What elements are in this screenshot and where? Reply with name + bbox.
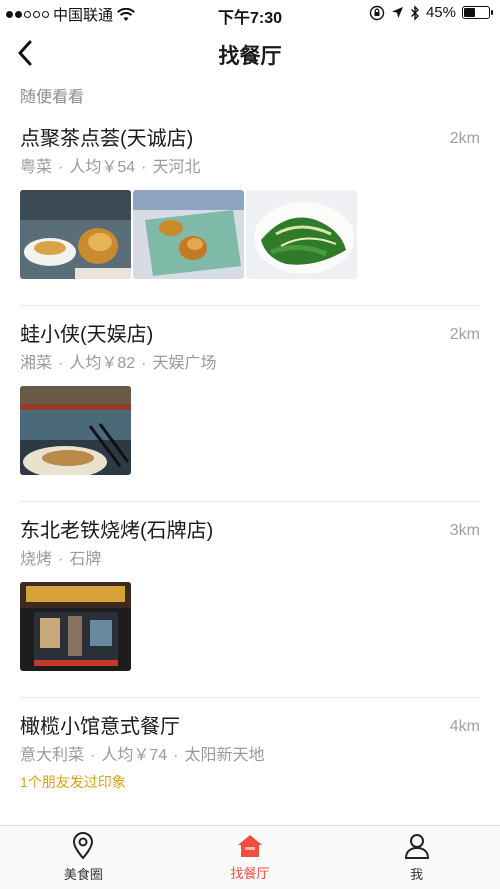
food-photo[interactable]: [20, 386, 131, 475]
chevron-left-icon: [18, 40, 32, 66]
person-icon: [404, 834, 429, 859]
restaurant-item[interactable]: 点聚茶点荟(天诚店) 2km 粤菜 · 人均￥54 · 天河北: [20, 110, 480, 306]
area-label: 太阳新天地: [184, 747, 265, 764]
page-title: 找餐厅: [218, 45, 282, 68]
avg-price-label: 人均￥74: [101, 747, 168, 764]
battery-fill: [464, 8, 475, 17]
status-bar: 中国联通 下午7:30 45%: [0, 0, 500, 28]
location-pin-icon: [73, 832, 94, 860]
house-icon: [238, 835, 262, 857]
restaurant-item[interactable]: 东北老铁烧烤(石牌店) 3km 烧烤 · 石牌: [20, 502, 480, 698]
restaurant-meta: 意大利菜 · 人均￥74 · 太阳新天地: [20, 747, 265, 764]
food-photo[interactable]: [20, 190, 131, 279]
tab-bar: 美食圈 找餐厅 我: [0, 825, 500, 889]
area-label: 天娱广场: [152, 355, 217, 372]
restaurant-list: 点聚茶点荟(天诚店) 2km 粤菜 · 人均￥54 · 天河北 蛙小侠(天娱店)…: [0, 110, 500, 792]
tab-label: 美食圈: [63, 867, 103, 882]
restaurant-distance: 4km: [449, 718, 480, 735]
cuisine-label: 粤菜: [20, 159, 53, 176]
cuisine-label: 意大利菜: [20, 747, 85, 764]
restaurant-meta: 烧烤 · 石牌: [20, 551, 102, 568]
cuisine-label: 湘菜: [20, 355, 53, 372]
restaurant-item[interactable]: 蛙小侠(天娱店) 2km 湘菜 · 人均￥82 · 天娱广场: [20, 306, 480, 502]
tab-me[interactable]: 我: [333, 826, 500, 889]
food-photo[interactable]: [133, 190, 244, 279]
restaurant-distance: 3km: [449, 522, 480, 539]
battery-icon: [462, 6, 493, 19]
friend-impression-note: 1个朋友发过印象: [20, 774, 126, 790]
food-photo[interactable]: [246, 190, 357, 279]
avg-price-label: 人均￥54: [69, 159, 136, 176]
avg-price-label: 人均￥82: [69, 355, 136, 372]
restaurant-meta: 湘菜 · 人均￥82 · 天娱广场: [20, 355, 217, 372]
photo-strip: [20, 386, 480, 475]
restaurant-distance: 2km: [449, 326, 480, 343]
tab-label: 找餐厅: [230, 866, 270, 881]
area-label: 石牌: [69, 551, 102, 568]
restaurant-item[interactable]: 橄榄小馆意式餐厅 4km 意大利菜 · 人均￥74 · 太阳新天地 1个朋友发过印象: [20, 698, 480, 792]
photo-strip: [20, 582, 480, 671]
restaurant-meta: 粤菜 · 人均￥54 · 天河北: [20, 159, 201, 176]
orientation-lock-icon: [369, 5, 385, 20]
tab-find-restaurant[interactable]: 找餐厅: [167, 826, 334, 889]
storefront-photo[interactable]: [20, 582, 131, 671]
area-label: 天河北: [152, 159, 201, 176]
status-right: 45%: [369, 4, 493, 21]
restaurant-name: 蛙小侠(天娱店): [20, 324, 154, 346]
tab-label: 我: [410, 867, 424, 882]
back-button[interactable]: [10, 36, 40, 70]
restaurant-name: 东北老铁烧烤(石牌店): [20, 520, 214, 542]
navigation-bar: 找餐厅: [0, 28, 500, 78]
location-arrow-icon: [391, 7, 403, 18]
bluetooth-icon: [410, 4, 419, 21]
tab-food-circle[interactable]: 美食圈: [0, 826, 167, 889]
restaurant-name: 点聚茶点荟(天诚店): [20, 128, 194, 150]
cuisine-label: 烧烤: [20, 551, 53, 568]
restaurant-name: 橄榄小馆意式餐厅: [20, 716, 180, 738]
restaurant-distance: 2km: [449, 130, 480, 147]
battery-percent: 45%: [425, 4, 456, 21]
photo-strip: [20, 190, 480, 279]
section-hint: 随便看看: [20, 89, 85, 106]
